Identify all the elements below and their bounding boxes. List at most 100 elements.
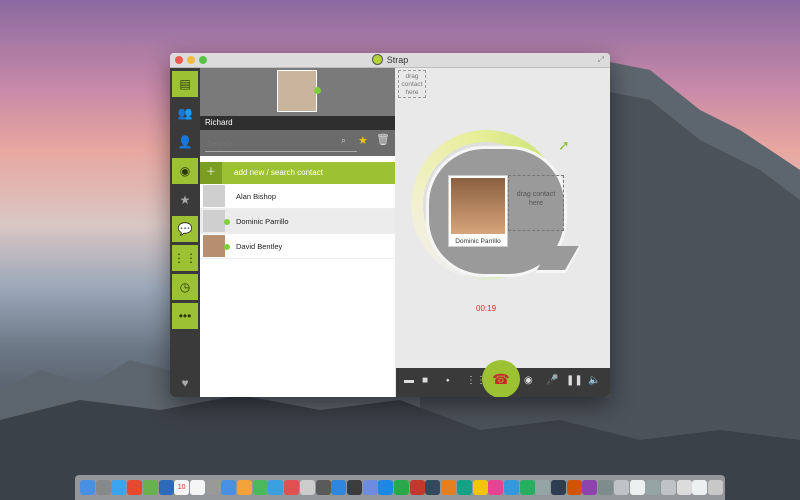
strap-window: Strap ⤢ ▤ 👥 👤 ◉ ★ 💬 ⋮⋮ ◷ ••• ♥ Richard ⌕ ★ 🗑 ＋ ad… <box>170 53 610 397</box>
dock: 10 <box>75 475 725 500</box>
dock-app-icon[interactable] <box>645 480 661 495</box>
dock-app-icon[interactable] <box>95 480 111 495</box>
dock-app-icon[interactable] <box>676 480 692 495</box>
dock-app-icon[interactable] <box>582 480 598 495</box>
dock-app-icon[interactable] <box>299 480 315 495</box>
online-status-dot <box>314 87 321 94</box>
call-area: drag contact here ➚ Dominic Parrillo dra… <box>396 68 610 368</box>
callee-photo <box>451 178 505 234</box>
dock-app-icon[interactable] <box>205 480 221 495</box>
dock-app-icon[interactable] <box>252 480 268 495</box>
video-camera-icon[interactable]: ■ <box>422 375 428 386</box>
contacts-panel: Richard ⌕ ★ 🗑 ＋ add new / search contact… <box>200 68 395 397</box>
dock-app-icon[interactable] <box>378 480 394 495</box>
my-avatar[interactable] <box>277 70 317 112</box>
dock-calendar-icon[interactable]: 10 <box>174 480 190 495</box>
dock-app-icon[interactable] <box>409 480 425 495</box>
heart-icon[interactable]: ♥ <box>172 370 198 396</box>
search-bar: ⌕ ★ 🗑 <box>200 130 395 156</box>
callee-card[interactable]: Dominic Parrillo <box>448 175 508 247</box>
dock-app-icon[interactable] <box>441 480 457 495</box>
clock-icon[interactable]: ◷ <box>172 274 198 300</box>
record-icon[interactable]: ◉ <box>524 375 533 386</box>
dock-app-icon[interactable] <box>111 480 127 495</box>
dock-app-icon[interactable] <box>456 480 472 495</box>
app-logo-icon <box>371 54 383 65</box>
dock-app-icon[interactable] <box>394 480 409 495</box>
dock-app-icon[interactable] <box>127 480 143 495</box>
dock-app-icon[interactable] <box>692 480 708 495</box>
dock-app-icon[interactable] <box>331 480 347 495</box>
callee-name: Dominic Parrillo <box>455 238 501 245</box>
title-bar: Strap ⤢ <box>170 53 610 68</box>
dock-app-icon[interactable] <box>346 480 362 495</box>
dock-app-icon[interactable] <box>221 480 237 495</box>
dock-app-icon[interactable] <box>362 480 378 495</box>
dock-app-icon[interactable] <box>158 480 174 495</box>
dock-app-icon[interactable] <box>660 480 676 495</box>
dock-app-icon[interactable] <box>629 480 645 495</box>
drag-contact-zone-top[interactable]: drag contact here <box>398 70 426 98</box>
curved-arrow-icon: ➚ <box>558 137 570 153</box>
dock-app-icon[interactable] <box>488 480 504 495</box>
contact-row[interactable]: Alan Bishop <box>200 184 395 209</box>
dock-app-icon[interactable] <box>535 480 551 495</box>
add-contact-button[interactable]: ＋ add new / search contact <box>200 162 395 184</box>
share-icon[interactable]: ⬩ <box>446 375 450 386</box>
add-contact-label: add new / search contact <box>234 168 323 177</box>
chat-icon[interactable]: 💬 <box>172 216 198 242</box>
pause-icon[interactable]: ❚❚ <box>566 375 583 386</box>
dock-app-icon[interactable] <box>189 480 205 495</box>
microphone-icon[interactable]: 🎤 <box>546 375 558 386</box>
dock-app-icon[interactable] <box>503 480 519 495</box>
sidebar: ▤ 👥 👤 ◉ ★ 💬 ⋮⋮ ◷ ••• ♥ <box>170 68 200 397</box>
contact-avatar <box>203 210 225 232</box>
drag-contact-zone[interactable]: drag contact here <box>508 175 564 231</box>
search-input[interactable] <box>205 135 357 152</box>
contact-name: David Bentley <box>236 242 283 251</box>
contact-avatar <box>203 235 225 257</box>
contacts-book-icon[interactable]: ▤ <box>172 71 198 97</box>
fullscreen-icon[interactable]: ⤢ <box>598 55 604 65</box>
dock-app-icon[interactable] <box>613 480 629 495</box>
contact-avatar <box>203 185 225 207</box>
contact-name: Alan Bishop <box>236 192 277 201</box>
dock-app-icon[interactable] <box>237 480 252 495</box>
dock-app-icon[interactable] <box>315 480 331 495</box>
search-icon[interactable]: ⌕ <box>341 135 346 146</box>
dialpad-icon[interactable]: ⋮⋮ <box>172 245 198 271</box>
star-icon[interactable]: ★ <box>172 187 198 213</box>
group-icon[interactable]: 👥 <box>172 100 198 126</box>
contact-row[interactable]: Dominic Parrillo <box>200 209 395 234</box>
contact-list: Alan Bishop Dominic Parrillo David Bentley <box>200 184 395 259</box>
speaker-icon[interactable]: 🔈 <box>588 375 600 386</box>
calendar-day-label: 10 <box>177 484 186 491</box>
call-timer: 00:19 <box>476 304 497 313</box>
dock-app-icon[interactable] <box>142 480 158 495</box>
call-controls-bar: ☎ ▬ ■ ⬩ ⋮⋮ ◉ 🎤 ❚❚ 🔈 <box>396 360 610 397</box>
dock-app-icon[interactable] <box>519 480 535 495</box>
online-status-dot <box>224 219 230 225</box>
dock-app-icon[interactable] <box>708 480 723 495</box>
dock-app-icon[interactable] <box>551 480 566 495</box>
chat-control-icon[interactable]: ▬ <box>404 375 414 386</box>
my-profile: Richard <box>200 68 395 130</box>
trash-icon[interactable]: 🗑 <box>376 133 390 146</box>
dock-app-icon[interactable] <box>472 480 488 495</box>
dock-app-icon[interactable] <box>268 480 284 495</box>
keypad-icon[interactable]: ⋮⋮ <box>466 375 486 386</box>
strap-logo-icon[interactable]: ◉ <box>172 158 198 184</box>
contact-row[interactable]: David Bentley <box>200 234 395 259</box>
dock-app-icon[interactable] <box>425 480 441 495</box>
person-icon[interactable]: 👤 <box>172 129 198 155</box>
window-title-text: Strap <box>386 55 409 65</box>
dock-app-icon[interactable] <box>566 480 582 495</box>
more-icon[interactable]: ••• <box>172 303 198 329</box>
dock-app-icon[interactable] <box>284 480 300 495</box>
window-title: Strap <box>170 54 610 65</box>
hang-up-button[interactable]: ☎ <box>482 360 520 397</box>
favorites-star-icon[interactable]: ★ <box>358 134 368 147</box>
my-name: Richard <box>200 116 395 130</box>
dock-app-icon[interactable] <box>80 480 95 495</box>
dock-app-icon[interactable] <box>598 480 614 495</box>
